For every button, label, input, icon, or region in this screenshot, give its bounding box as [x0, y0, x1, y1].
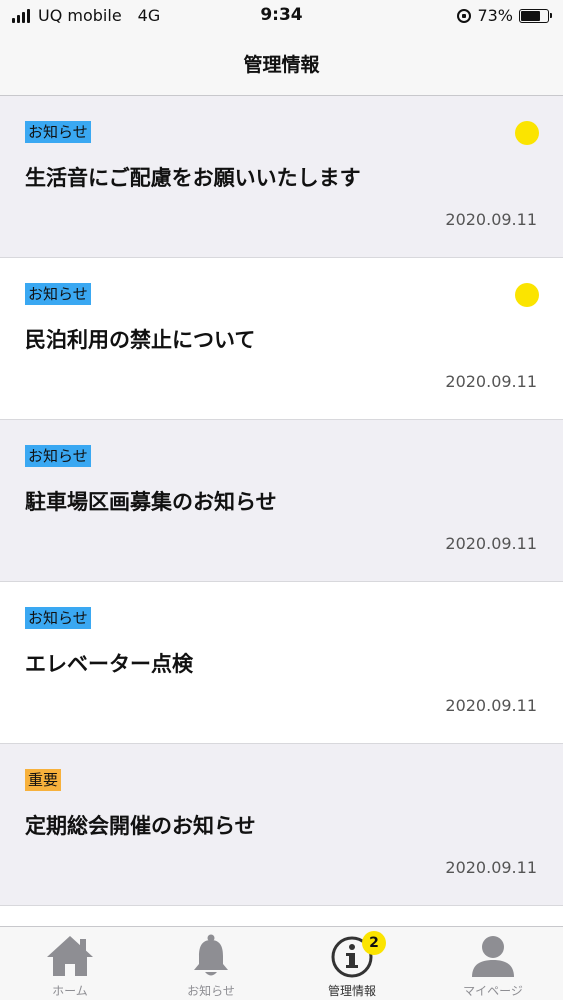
info-list: お知らせ 生活音にご配慮をお願いいたします 2020.09.11 お知らせ 民泊…: [0, 96, 563, 926]
list-item-partial[interactable]: [0, 906, 563, 926]
tab-notices[interactable]: お知らせ: [141, 927, 281, 1001]
category-tag: お知らせ: [25, 607, 91, 629]
bell-icon: [194, 934, 228, 976]
tab-label: マイページ: [463, 984, 523, 998]
tab-label: ホーム: [52, 984, 88, 998]
list-item[interactable]: お知らせ 民泊利用の禁止について 2020.09.11: [0, 258, 563, 420]
list-item[interactable]: お知らせ 駐車場区画募集のお知らせ 2020.09.11: [0, 420, 563, 582]
item-date: 2020.09.11: [445, 372, 537, 391]
list-item[interactable]: お知らせ エレベーター点検 2020.09.11: [0, 582, 563, 744]
home-icon: [47, 936, 93, 976]
item-title: エレベーター点検: [25, 652, 193, 676]
tab-my-page[interactable]: マイページ: [423, 927, 563, 1001]
item-title: 駐車場区画募集のお知らせ: [25, 490, 277, 514]
unread-indicator: [515, 283, 539, 307]
item-date: 2020.09.11: [445, 858, 537, 877]
list-item[interactable]: 重要 定期総会開催のお知らせ 2020.09.11: [0, 744, 563, 906]
person-icon: [472, 936, 514, 977]
battery-percent: 73%: [477, 6, 513, 25]
tab-home[interactable]: ホーム: [0, 927, 140, 1001]
nav-bar: 管理情報: [0, 32, 563, 96]
list-item[interactable]: お知らせ 生活音にご配慮をお願いいたします 2020.09.11: [0, 96, 563, 258]
category-tag: お知らせ: [25, 283, 91, 305]
item-title: 定期総会開催のお知らせ: [25, 814, 256, 838]
tab-label: 管理情報: [327, 984, 376, 998]
tab-label: お知らせ: [187, 984, 235, 998]
item-title: 民泊利用の禁止について: [25, 328, 256, 352]
page-title: 管理情報: [243, 54, 320, 76]
notification-badge: 2: [362, 931, 386, 955]
status-bar: UQ mobile 4G 9:34 73%: [0, 0, 563, 32]
item-date: 2020.09.11: [445, 210, 537, 229]
tab-management-info[interactable]: 2 管理情報: [282, 927, 422, 1001]
item-title: 生活音にご配慮をお願いいたします: [25, 166, 361, 190]
item-date: 2020.09.11: [445, 534, 537, 553]
tab-bar: ホーム お知らせ 2 管理情報 マイページ: [0, 926, 563, 1000]
category-tag: お知らせ: [25, 445, 91, 467]
item-date: 2020.09.11: [445, 696, 537, 715]
battery-icon: [519, 8, 552, 23]
orientation-lock-icon: [457, 8, 472, 23]
category-tag: 重要: [25, 769, 62, 791]
status-right: 73%: [457, 6, 552, 25]
category-tag: お知らせ: [25, 121, 91, 143]
unread-indicator: [515, 121, 539, 145]
